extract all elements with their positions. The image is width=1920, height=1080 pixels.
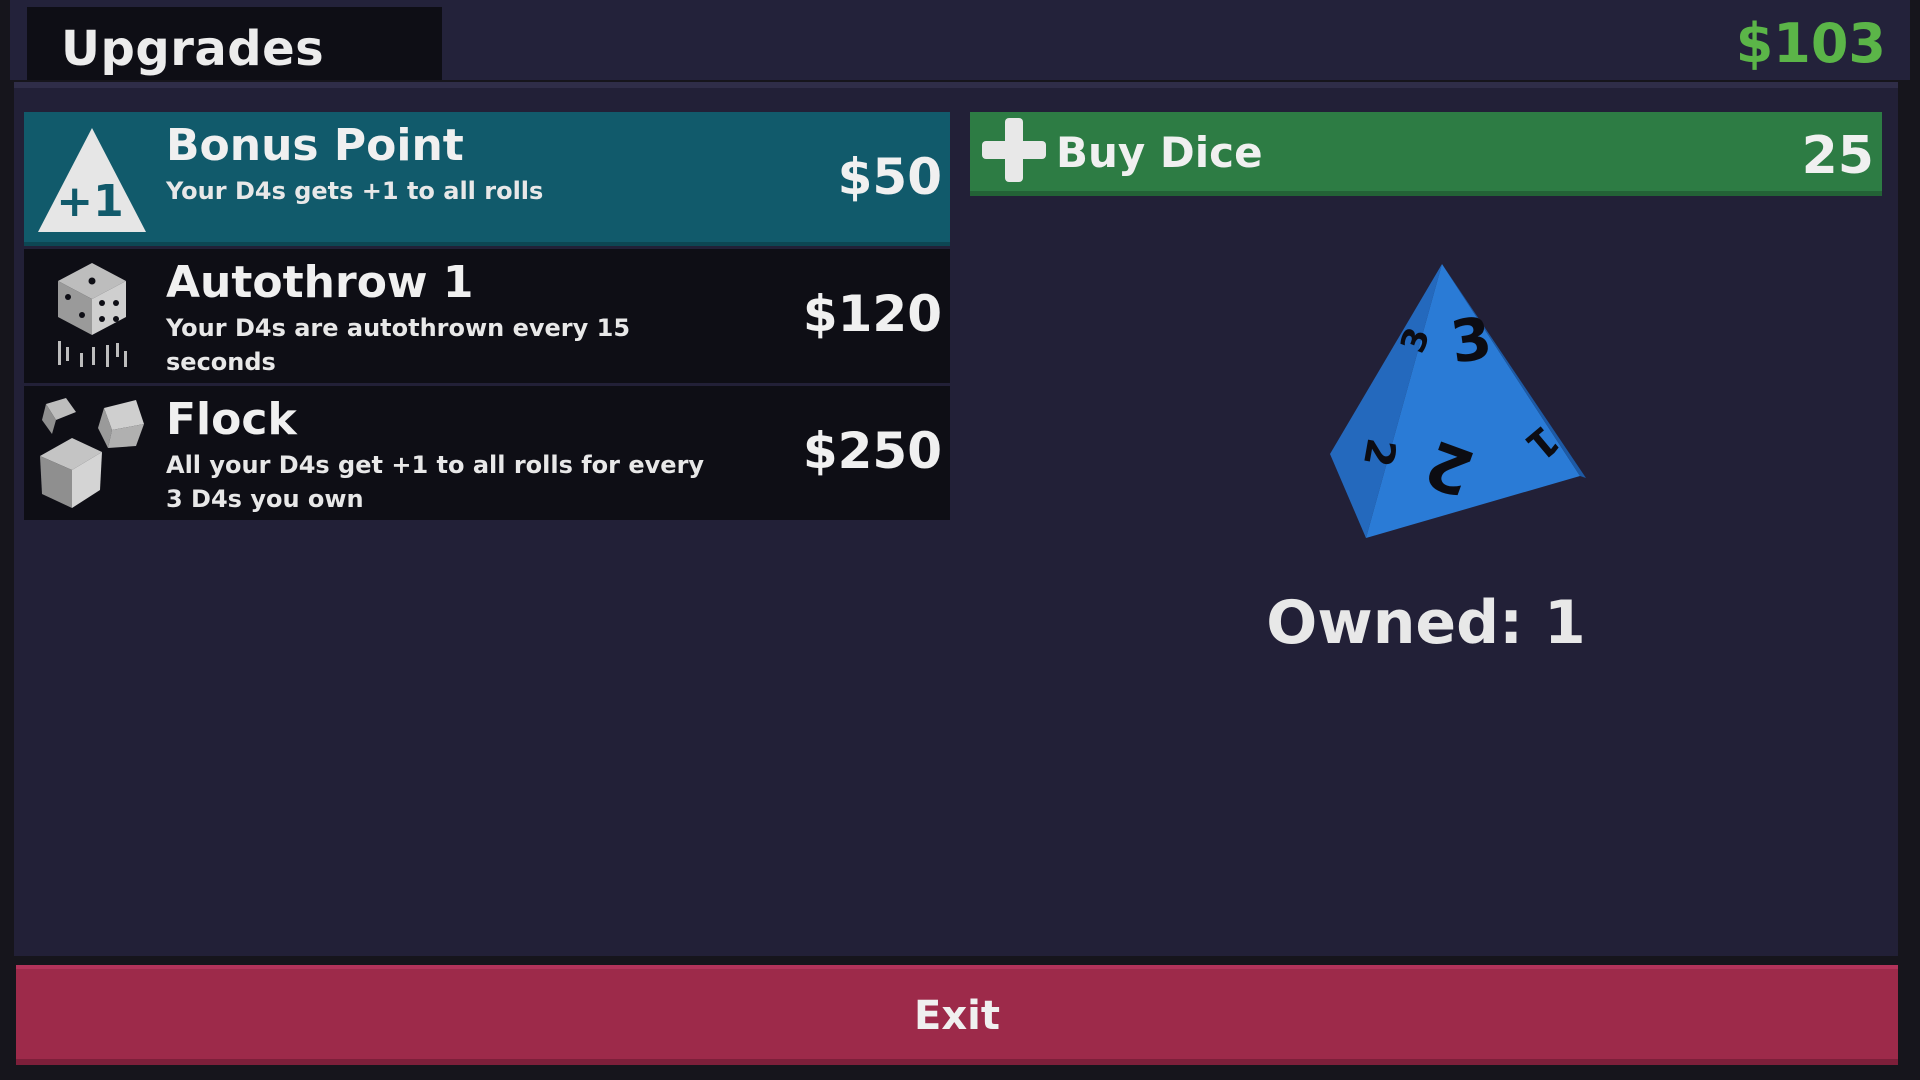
owned-count: Owned: 1 — [1266, 588, 1586, 658]
title-bar: Upgrades Shop $103 — [10, 0, 1910, 133]
falling-dice-icon — [58, 263, 127, 367]
buy-dice-count: 25 — [1801, 126, 1874, 186]
plus-one-label: +1 — [56, 176, 123, 227]
upgrade-name: Flock — [166, 394, 297, 445]
upgrade-item-autothrow-1[interactable]: Autothrow 1 Your D4s are autothrown ever… — [24, 249, 950, 383]
upgrade-item-flock[interactable]: Flock All your D4s get +1 to all rolls f… — [24, 386, 950, 520]
upgrade-item-bonus-point[interactable]: +1 Bonus Point Your D4s gets +1 to all r… — [24, 112, 950, 246]
upgrade-list: +1 Bonus Point Your D4s gets +1 to all r… — [24, 112, 950, 523]
buy-dice-label: Buy Dice — [1056, 128, 1263, 177]
shop-panel: +1 Bonus Point Your D4s gets +1 to all r… — [14, 82, 1898, 956]
game-window: Upgrades Shop $103 +1 Bonus Point Your D… — [0, 0, 1920, 1080]
dice-cluster-icon — [40, 398, 144, 508]
upgrade-name: Autothrow 1 — [166, 257, 474, 308]
svg-text:3: 3 — [1447, 304, 1496, 377]
upgrade-price: $250 — [802, 422, 942, 480]
upgrade-description: Your D4s gets +1 to all rolls — [166, 177, 544, 205]
upgrade-description: Your D4s are autothrown every 15 seconds — [166, 314, 631, 376]
plus-icon — [982, 118, 1046, 182]
buy-dice-button[interactable]: Buy Dice 25 — [970, 112, 1882, 196]
upgrade-description: All your D4s get +1 to all rolls for eve… — [166, 451, 705, 513]
title-tab: Upgrades Shop — [27, 7, 442, 133]
exit-label: Exit — [914, 993, 1000, 1039]
money-counter: $103 — [1735, 12, 1886, 75]
plus-one-triangle-icon: +1 — [38, 128, 146, 232]
upgrade-price: $50 — [837, 148, 942, 206]
upgrade-name: Bonus Point — [166, 120, 464, 171]
upgrade-price: $120 — [802, 285, 942, 343]
d4-die: 3 3 2 2 1 — [1330, 264, 1586, 538]
exit-button[interactable]: Exit — [16, 965, 1898, 1065]
